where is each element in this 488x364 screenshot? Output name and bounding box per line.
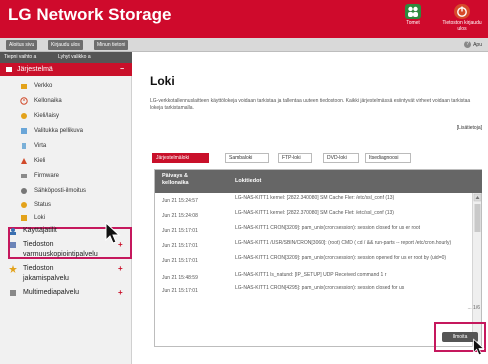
pagination[interactable]: ... 1/6 (467, 305, 480, 311)
sidebar-section-title: Järjestelmä (17, 66, 53, 73)
sidebar-top-bar: Tiepni vaihto a Lyhyt valikko a (0, 52, 132, 63)
log-entry: LG-NAS-KITT1 CRON[4295]: pam_unix(cron:s… (235, 285, 405, 291)
tab-dvd-log[interactable]: DVD-loki (323, 153, 359, 163)
mouse-cursor-icon (105, 222, 121, 244)
sidebar-item-kellonaika[interactable]: Kellonaika (0, 94, 132, 108)
clock-icon (20, 97, 28, 105)
page-title: Loki (150, 74, 175, 88)
sidebar-item-kieli[interactable]: Kieli (0, 154, 132, 168)
sidebar-group-label: Multimediapalvelu (23, 289, 80, 296)
sidebar-item-pellikuva[interactable]: Valitukka pellikuva (0, 124, 132, 138)
help-icon: ? (464, 41, 472, 49)
sidebar-item-email[interactable]: Sähköposti-ilmoitus (0, 184, 132, 198)
sidebar-top-right[interactable]: Lyhyt valikko a (58, 52, 91, 63)
tab-samba-log[interactable]: Sambaloki (225, 153, 269, 163)
log-entry: LG-NAS-KITT1 CRON[3209]: pam_unix(cron:s… (235, 255, 447, 261)
sidebar-item-verkko[interactable]: Verkko (0, 79, 132, 93)
table-row: Jun 21 15:17:01 LG-NAS-KITT1 CRON[3209]:… (155, 254, 473, 268)
log-entry: LG-NAS-KITT1 /USR/SBIN/CRON[3060]: (root… (235, 240, 452, 246)
sidebar-section-system[interactable]: Järjestelmä − (0, 63, 132, 76)
network-icon (20, 82, 28, 90)
expand-icon[interactable]: + (118, 288, 123, 298)
page-description: LG-verkkotallennuslaitteen käyttölokeja … (150, 98, 471, 111)
firmware-icon (20, 172, 28, 180)
sidebar-item-label: Status (34, 202, 52, 208)
log-entry: LG-NAS-KITT1 ls_natund: [IP_SETUP] UDP R… (235, 272, 387, 278)
log-table-header: Päivays & kellonaika Lokitiedot (155, 170, 482, 193)
sidebar-item-status[interactable]: Status (0, 198, 132, 212)
sidebar-item-virta[interactable]: Virta (0, 139, 132, 153)
help-label: Apu (473, 42, 482, 48)
log-time: Jun 21 15:24:08 (162, 213, 198, 219)
email-icon (20, 187, 28, 195)
mouse-cursor-icon (473, 338, 485, 356)
main-content: Loki LG-verkkotallennuslaitteen käyttölo… (140, 52, 486, 364)
sidebar: Tiepni vaihto a Lyhyt valikko a Järjeste… (0, 52, 132, 364)
log-time: Jun 21 15:17:01 (162, 228, 198, 234)
power-icon (454, 4, 470, 19)
sidebar-group-label: Tiedoston jakamispalvelu (23, 265, 69, 282)
sidebar-item-label: Kieli/laisy (34, 113, 60, 119)
users-label: Tomet (406, 20, 420, 26)
tab-ftp-log[interactable]: FTP-loki (278, 153, 312, 163)
multimedia-icon (9, 289, 17, 297)
table-row: Jun 21 15:17:01 LG-NAS-KITT1 /USR/SBIN/C… (155, 239, 473, 253)
share-icon (9, 265, 17, 273)
table-row: Jun 21 15:17:01 LG-NAS-KITT1 CRON[3209]:… (155, 224, 473, 238)
table-row: Jun 21 15:24:08 LG-NAS-KITT1 kernel: [28… (155, 209, 473, 223)
log-time: Jun 21 15:17:01 (162, 258, 198, 264)
header-logout-label: Tietoston kirjaudu ulos (442, 20, 482, 32)
log-time: Jun 21 15:24:57 (162, 198, 198, 204)
sidebar-item-kielilaisy[interactable]: Kieli/laisy (0, 109, 132, 123)
log-table: Päivays & kellonaika Lokitiedot Jun 21 1… (154, 169, 482, 347)
log-time: Jun 21 15:17:01 (162, 243, 198, 249)
sidebar-top-left[interactable]: Tiepni vaihto a (4, 52, 36, 63)
sidebar-item-label: Kellonaika (34, 98, 62, 104)
log-entry: LG-NAS-KITT1 kernel: [2822.340080] SM Ca… (235, 195, 395, 201)
sidebar-group-label: Käyttäjätilit (23, 227, 57, 234)
app-header: LG Network Storage Tomet Tietoston kirja… (0, 0, 488, 38)
sidebar-item-label: Valitukka pellikuva (34, 128, 83, 134)
my-settings-button[interactable]: Minun tietoni (94, 40, 129, 50)
table-row: Jun 21 15:24:57 LG-NAS-KITT1 kernel: [28… (155, 194, 473, 208)
sidebar-item-label: Firmware (34, 173, 59, 179)
language-icon (20, 157, 28, 165)
tab-system-log[interactable]: Järjestelmäloki (152, 153, 209, 163)
power-icon (20, 142, 28, 150)
logout-button[interactable]: Kirjaudu ulos (48, 40, 83, 50)
toolbar: Aloitus sivu Kirjaudu ulos Minun tietoni… (0, 38, 488, 52)
sidebar-item-label: Virta (34, 143, 47, 149)
system-icon (6, 67, 12, 72)
app-title: LG Network Storage (8, 5, 172, 24)
details-link[interactable]: [Lisätietoja] (457, 125, 482, 131)
log-entry: LG-NAS-KITT1 kernel: [2822.370080] SM Ca… (235, 210, 394, 216)
column-header-entry: Lokitiedot (235, 178, 262, 184)
sidebar-item-label: Verkko (34, 83, 53, 89)
sidebar-item-firmware[interactable]: Firmware (0, 169, 132, 183)
tab-self-diagnosis[interactable]: Itsediagnoosi (365, 153, 411, 163)
home-button[interactable]: Aloitus sivu (6, 40, 38, 50)
log-time: Jun 21 15:48:59 (162, 275, 198, 281)
sidebar-item-label: Sähköposti-ilmoitus (34, 188, 87, 194)
help-link[interactable]: ? Apu (464, 40, 482, 50)
header-logout-button[interactable]: Tietoston kirjaudu ulos (440, 4, 484, 32)
log-icon (20, 214, 28, 222)
users-button[interactable]: Tomet (398, 4, 428, 26)
users-icon (9, 227, 17, 235)
backup-icon (9, 241, 17, 249)
image-icon (20, 127, 28, 135)
sidebar-group-label: Tiedoston varmuuskopiointipalvelu (23, 241, 98, 258)
table-row: Jun 21 15:17:01 LG-NAS-KITT1 CRON[4295]:… (155, 284, 473, 298)
column-header-time: Päivays & kellonaika (162, 173, 189, 186)
log-time: Jun 21 15:17:01 (162, 288, 198, 294)
collapse-icon[interactable]: − (120, 63, 124, 76)
users-icon (405, 4, 421, 19)
sidebar-item-label: Loki (34, 215, 46, 221)
log-entry: LG-NAS-KITT1 CRON[3209]: pam_unix(cron:s… (235, 225, 421, 231)
status-icon (20, 201, 28, 209)
sidebar-item-label: Kieli (34, 158, 46, 164)
table-row: Jun 21 15:48:59 LG-NAS-KITT1 ls_natund: … (155, 271, 473, 285)
expand-icon[interactable]: + (118, 264, 123, 274)
language-icon (20, 112, 28, 120)
